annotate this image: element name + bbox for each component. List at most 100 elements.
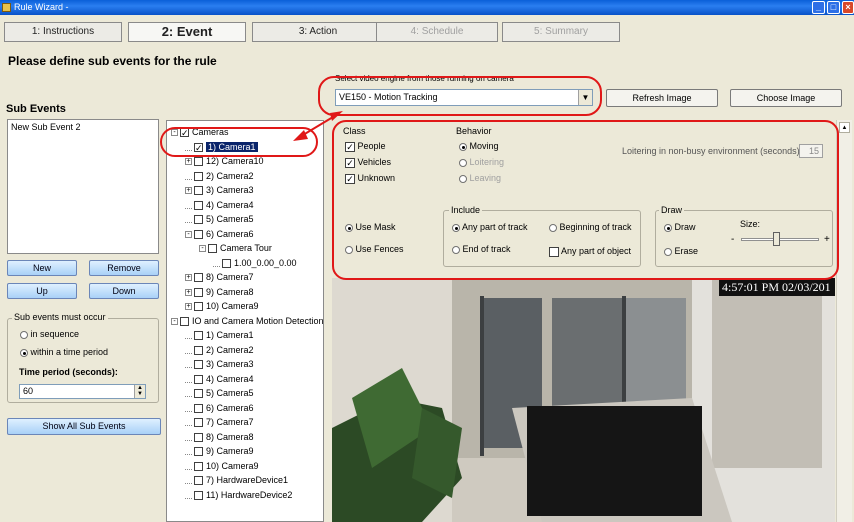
tab-event[interactable]: 2: Event [128,22,246,42]
tree-item[interactable]: - IO and Camera Motion Detection [171,314,323,328]
checkbox-icon[interactable] [194,345,203,355]
maximize-button[interactable]: □ [827,1,840,14]
sub-events-label: Sub Events [6,103,66,115]
checkbox-icon[interactable] [194,157,203,167]
tree-item[interactable]: 7) Camera7 [185,415,254,429]
up-button[interactable]: Up [7,283,77,299]
radio-icon [20,330,28,339]
minimize-button[interactable]: _ [812,1,825,14]
tree-connector-icon [185,173,192,180]
tree-item[interactable]: - Camera Tour [199,241,272,255]
checkbox-icon[interactable] [194,360,203,370]
tree-item-label: 5) Camera5 [206,214,254,224]
camera-tree[interactable]: - ✓ Cameras ✓ 1) Camera1 +12) Camera10 2) Came… [166,120,324,522]
tree-item[interactable]: 10) Camera9 [185,459,259,473]
camera-preview[interactable]: 4:57:01 PM 02/03/201 [332,278,835,522]
tree-connector-icon [185,419,192,427]
tree-item[interactable]: 3) Camera3 [185,357,254,371]
checkbox-icon[interactable] [194,273,203,283]
sub-events-list[interactable]: New Sub Event 2 [7,119,159,254]
checkbox-icon[interactable] [194,447,203,457]
tree-item[interactable]: 2) Camera2 [185,169,254,183]
tree-connector-icon [185,405,192,412]
checkbox-icon[interactable] [194,287,203,297]
time-period-input[interactable]: 60 ▲ ▼ [19,384,146,399]
checkbox-icon[interactable] [194,171,203,181]
tree-connector-icon [213,260,220,267]
tab-schedule[interactable]: 4: Schedule [376,22,498,42]
checkbox-icon[interactable] [194,215,203,225]
checkbox-icon[interactable] [194,418,203,428]
tree-item[interactable]: 8) Camera8 [185,430,254,444]
collapse-icon[interactable]: - [185,230,192,238]
tree-connector-icon [185,361,192,369]
tree-item[interactable]: +9) Camera8 [185,285,254,299]
spinner-arrows-icon[interactable]: ▲ ▼ [134,385,145,398]
checkbox-icon[interactable] [194,302,203,312]
expand-icon[interactable]: + [185,303,192,311]
new-button[interactable]: New [7,260,77,276]
tree-item-label: 9) Camera9 [206,446,254,456]
close-button[interactable]: × [842,1,854,14]
checkbox-icon[interactable] [194,490,203,500]
tree-item-label: 11) HardwareDevice2 [206,489,293,500]
tab-action[interactable]: 3: Action [252,22,384,42]
tree-item[interactable]: +8) Camera7 [185,270,254,284]
expand-icon[interactable]: + [185,274,192,282]
expand-icon[interactable]: + [185,288,192,296]
radio-icon [20,348,28,357]
time-period-label: within a time period [30,347,109,357]
checkbox-icon[interactable] [194,331,203,341]
tree-item[interactable]: 5) Camera5 [185,386,254,400]
checkbox-icon[interactable] [194,229,203,239]
tree-item[interactable]: +10) Camera9 [185,299,259,313]
checkbox-icon[interactable] [194,432,203,442]
tree-connector-icon [185,376,192,383]
checkbox-icon[interactable] [180,316,189,326]
time-period-value: 60 [23,386,34,396]
tree-item[interactable]: 6) Camera6 [185,401,254,415]
window-title: Rule Wizard - [14,2,69,12]
tree-item[interactable]: 1) Camera1 [185,328,254,342]
collapse-icon[interactable]: - [171,317,178,325]
tab-summary[interactable]: 5: Summary [502,22,620,42]
tree-item[interactable]: 11) HardwareDevice2 [185,488,292,502]
page-heading: Please define sub events for the rule [8,54,217,68]
checkbox-icon[interactable] [208,244,217,254]
tree-item[interactable]: 7) HardwareDevice1 [185,473,288,487]
checkbox-icon[interactable] [194,186,203,196]
checkbox-icon[interactable] [194,476,203,486]
time-period-radio[interactable]: within a time period [20,347,108,357]
scroll-up-arrow-icon[interactable]: ▲ [839,122,850,133]
tree-item[interactable]: 5) Camera5 [185,212,254,226]
checkbox-icon[interactable] [194,403,203,413]
expand-icon[interactable]: + [185,187,192,195]
checkbox-icon[interactable] [194,461,203,471]
in-sequence-label: in sequence [30,329,80,339]
collapse-icon[interactable]: - [199,245,206,253]
tree-item-label: 12) Camera10 [206,156,264,166]
tab-instructions[interactable]: 1: Instructions [4,22,122,42]
tree-connector-icon [185,390,192,398]
tree-item[interactable]: 1.00_0.00_0.00 [213,256,297,270]
tree-item-label: 6) Camera6 [206,228,254,239]
tree-item[interactable]: 4) Camera4 [185,198,254,212]
tree-item[interactable]: 9) Camera9 [185,444,254,458]
down-button[interactable]: Down [89,283,159,299]
checkbox-icon[interactable] [194,200,203,210]
remove-button[interactable]: Remove [89,260,159,276]
tree-item-label: 5) Camera5 [206,388,254,398]
choose-image-button[interactable]: Choose Image [730,89,842,107]
tree-item[interactable]: 2) Camera2 [185,343,254,357]
checkbox-icon[interactable] [194,374,203,384]
checkbox-icon[interactable] [222,258,231,268]
refresh-image-button[interactable]: Refresh Image [606,89,718,107]
tree-item[interactable]: - 6) Camera6 [185,227,254,241]
expand-icon[interactable]: + [185,158,192,166]
list-item[interactable]: New Sub Event 2 [11,122,155,132]
show-all-sub-events-button[interactable]: Show All Sub Events [7,418,161,435]
checkbox-icon[interactable] [194,389,203,399]
in-sequence-radio[interactable]: in sequence [20,329,79,339]
tree-item[interactable]: +3) Camera3 [185,183,254,197]
tree-item[interactable]: 4) Camera4 [185,372,254,386]
